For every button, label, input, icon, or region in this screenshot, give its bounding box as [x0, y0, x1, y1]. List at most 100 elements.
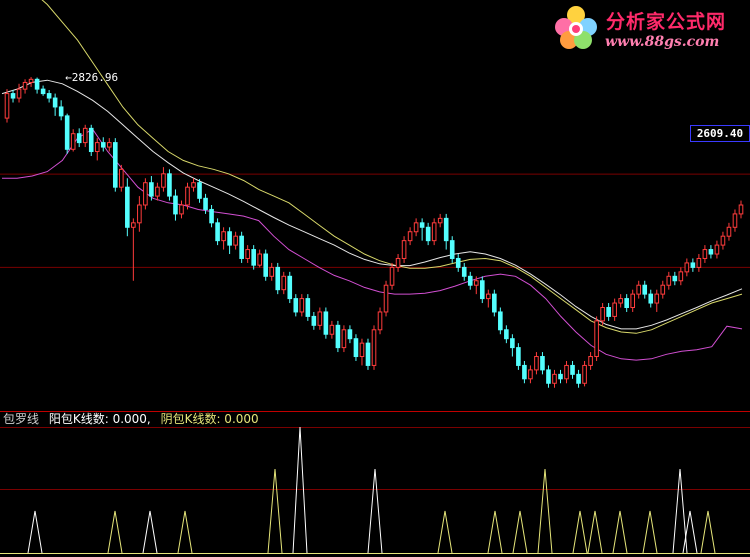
candle-body — [660, 284, 666, 295]
spike — [572, 510, 588, 554]
candle — [233, 231, 238, 250]
candle-body — [112, 142, 118, 188]
yin-count-label: 阴包K线数: 0.000 — [160, 412, 259, 426]
candle — [143, 178, 148, 210]
candle-body — [552, 373, 557, 384]
candle-body — [203, 197, 208, 210]
candle-body — [642, 284, 648, 295]
candle-body — [299, 298, 305, 313]
logo-title: 分析家公式网 — [606, 11, 727, 33]
candle-body — [76, 133, 82, 144]
candle-body — [275, 266, 281, 291]
candle — [287, 271, 293, 304]
candle — [738, 200, 744, 219]
candle-body — [16, 88, 22, 99]
candle — [648, 289, 654, 308]
candle — [82, 124, 88, 148]
price-annotation-0: ←2826.96 — [65, 71, 118, 84]
logo-url: www.88gs.com — [605, 34, 720, 50]
candle-body — [582, 364, 587, 384]
candle — [534, 352, 539, 375]
candle — [275, 262, 281, 295]
middle-band — [1, 79, 743, 330]
candle-body — [486, 293, 491, 300]
candle — [40, 85, 46, 96]
candle-body — [522, 364, 527, 380]
candle — [191, 178, 196, 192]
candle — [455, 254, 461, 272]
candle-body — [371, 329, 377, 366]
candle — [185, 182, 190, 210]
spike — [177, 510, 193, 554]
candle — [413, 218, 419, 237]
candle-body — [287, 275, 293, 300]
candle — [672, 271, 678, 286]
candle — [28, 77, 34, 87]
candle — [112, 138, 118, 192]
candle-body — [28, 78, 34, 83]
candle — [94, 138, 100, 161]
candle — [365, 338, 371, 370]
candle — [125, 178, 130, 237]
candle — [341, 325, 347, 353]
candle — [492, 289, 497, 317]
candle-body — [185, 186, 190, 206]
candle — [642, 280, 648, 299]
candle-body — [449, 240, 455, 259]
candle-body — [64, 115, 70, 150]
candle — [299, 294, 305, 317]
candle-body — [648, 293, 654, 304]
candle-body — [197, 182, 202, 199]
candle — [425, 222, 431, 246]
candle — [419, 218, 425, 241]
candle-body — [636, 284, 642, 295]
candle-body — [654, 293, 660, 304]
candle — [726, 222, 732, 241]
candle — [46, 90, 52, 103]
candle — [504, 325, 509, 344]
candle — [654, 289, 660, 312]
candle-body — [407, 231, 413, 242]
candle — [359, 338, 365, 366]
candle-body — [22, 81, 28, 90]
candle-body — [443, 217, 449, 242]
annotations: ←2826.96←2132.63 — [65, 71, 118, 84]
candle — [311, 311, 317, 330]
candle-body — [269, 266, 275, 277]
spike — [642, 510, 658, 554]
candle — [209, 205, 214, 228]
candle-body — [461, 266, 467, 277]
candle-body — [329, 324, 335, 335]
candle-body — [678, 271, 684, 282]
candle-body — [10, 93, 16, 99]
candle — [64, 113, 70, 154]
candle-body — [708, 249, 714, 255]
candle — [119, 164, 124, 192]
candle — [588, 352, 593, 370]
candle-body — [594, 320, 599, 358]
candle — [612, 298, 617, 321]
candle — [714, 240, 720, 259]
candle-body — [359, 342, 365, 358]
candle — [690, 258, 696, 272]
candle — [10, 90, 16, 103]
candles — [4, 77, 744, 388]
candle — [257, 249, 262, 268]
candle — [720, 231, 726, 250]
candle-body — [52, 97, 58, 108]
candle — [510, 334, 515, 357]
spike — [437, 510, 453, 554]
candle-body — [389, 266, 395, 286]
candle — [606, 303, 611, 321]
candle-body — [281, 275, 287, 291]
candle — [131, 218, 136, 281]
candle-body — [305, 298, 311, 317]
candle — [576, 369, 581, 388]
candle-body — [40, 88, 46, 95]
spike — [537, 468, 553, 554]
candle-body — [702, 249, 708, 259]
candle-body — [684, 262, 690, 273]
candle-body — [600, 307, 605, 322]
candle — [486, 289, 491, 308]
candle-body — [510, 338, 515, 349]
